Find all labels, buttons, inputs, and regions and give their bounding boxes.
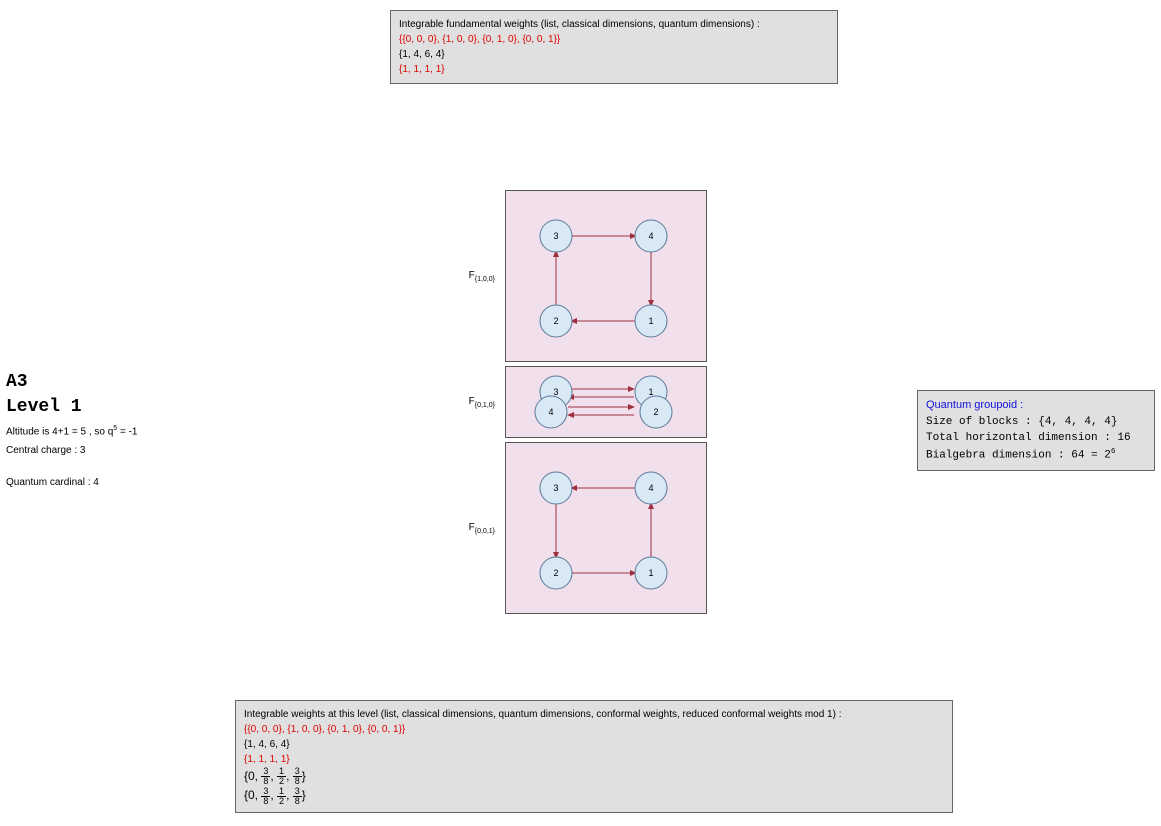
svg-text:4: 4	[648, 231, 653, 241]
svg-text:3: 3	[553, 231, 558, 241]
svg-text:4: 4	[648, 483, 653, 493]
graph-row-1: F{1,0,0} 3 4 2 1	[455, 190, 707, 362]
summary-panel: A3 Level 1 Altitude is 4+1 = 5 , so q5 =…	[6, 370, 138, 494]
svg-text:3: 3	[553, 483, 558, 493]
svg-text:2: 2	[653, 407, 658, 417]
svg-text:4: 4	[548, 407, 553, 417]
svg-text:2: 2	[553, 568, 558, 578]
iw-quantum-dims: {1, 1, 1, 1}	[244, 752, 944, 767]
graph-label-2: F{0,1,0}	[455, 396, 495, 409]
fw-list: {{0, 0, 0}, {1, 0, 0}, {0, 1, 0}, {0, 0,…	[399, 32, 829, 47]
qg-title: Quantum groupoid :	[926, 397, 1146, 414]
fusion-graphs: F{1,0,0} 3 4 2 1 F{0,1,0} 3 1 4 2	[455, 190, 707, 614]
level-label: Level 1	[6, 395, 138, 420]
graph-label-3: F{0,0,1}	[455, 522, 495, 535]
fw-classical-dims: {1, 4, 6, 4}	[399, 47, 829, 62]
iw-classical-dims: {1, 4, 6, 4}	[244, 737, 944, 752]
fw-quantum-dims: {1, 1, 1, 1}	[399, 62, 829, 77]
central-charge: Central charge : 3	[6, 444, 138, 458]
fundamental-weights-box: Integrable fundamental weights (list, cl…	[390, 10, 838, 84]
qg-bialg: Bialgebra dimension : 64 = 26	[926, 447, 1146, 464]
qg-blocks: Size of blocks : {4, 4, 4, 4}	[926, 414, 1146, 431]
quantum-cardinal: Quantum cardinal : 4	[6, 476, 138, 490]
graph-label-1: F{1,0,0}	[455, 270, 495, 283]
svg-text:1: 1	[648, 568, 653, 578]
altitude-line: Altitude is 4+1 = 5 , so q5 = -1	[6, 424, 138, 439]
iw-reduced-conformal-weights: {0, 38, 12, 38}	[244, 786, 944, 805]
algebra-name: A3	[6, 370, 138, 395]
iw-conformal-weights: {0, 38, 12, 38}	[244, 767, 944, 786]
svg-text:3: 3	[553, 387, 558, 397]
graph-row-2: F{0,1,0} 3 1 4 2	[455, 366, 707, 438]
quantum-groupoid-box: Quantum groupoid : Size of blocks : {4, …	[917, 390, 1155, 471]
svg-text:1: 1	[648, 316, 653, 326]
graph-svg-3: 3 4 2 1	[506, 443, 706, 613]
graph-row-3: F{0,0,1} 3 4 2 1	[455, 442, 707, 614]
svg-text:2: 2	[553, 316, 558, 326]
qg-horiz: Total horizontal dimension : 16	[926, 430, 1146, 447]
graph-svg-2: 3 1 4 2	[506, 367, 706, 437]
iw-list: {{0, 0, 0}, {1, 0, 0}, {0, 1, 0}, {0, 0,…	[244, 722, 944, 737]
fw-title: Integrable fundamental weights (list, cl…	[399, 17, 829, 32]
svg-text:1: 1	[648, 387, 653, 397]
integrable-weights-box: Integrable weights at this level (list, …	[235, 700, 953, 813]
iw-title: Integrable weights at this level (list, …	[244, 707, 944, 722]
graph-svg-1: 3 4 2 1	[506, 191, 706, 361]
